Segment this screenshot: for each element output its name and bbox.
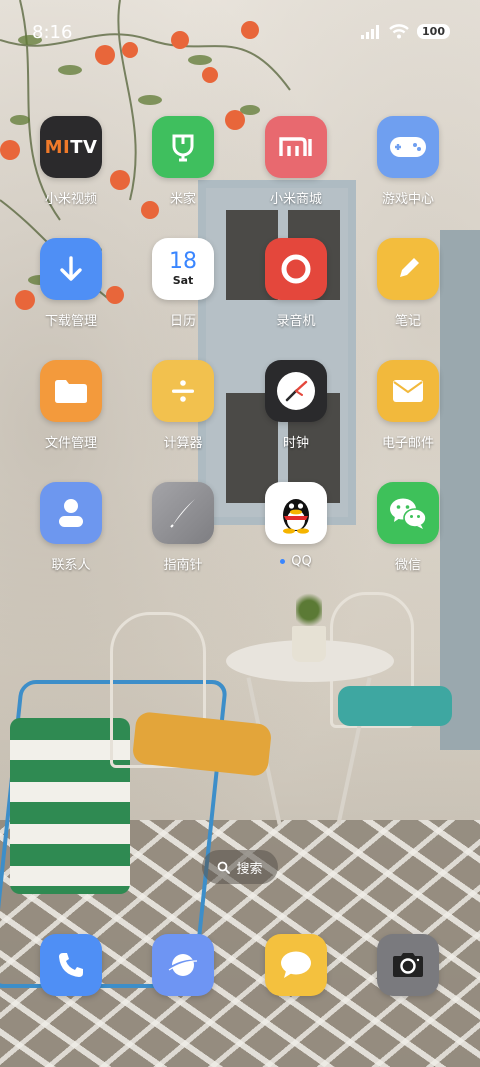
app-label: 小米商城 — [269, 192, 322, 207]
mitv-icon: MITV — [40, 116, 102, 178]
teal-cushion — [338, 686, 452, 726]
mijia-icon — [152, 116, 214, 178]
potted-plant — [296, 590, 322, 630]
app-calendar[interactable]: 18 Sat 日历 — [128, 238, 238, 348]
search-label: 搜索 — [236, 861, 263, 877]
plant-pot — [292, 626, 326, 662]
app-label: 笔记 — [394, 314, 421, 329]
app-label-text: QQ — [291, 554, 312, 569]
mail-icon — [377, 360, 439, 422]
app-contacts[interactable]: 联系人 — [16, 482, 126, 592]
qq-icon — [265, 482, 327, 544]
app-email[interactable]: 电子邮件 — [353, 360, 463, 470]
app-mijia[interactable]: 米家 — [128, 116, 238, 226]
status-bar: 8:16 100 — [0, 0, 480, 70]
calculator-icon — [152, 360, 214, 422]
app-recorder[interactable]: 录音机 — [241, 238, 351, 348]
signal-icon — [361, 24, 380, 39]
dock-camera[interactable] — [353, 934, 463, 1004]
app-clock[interactable]: 时钟 — [241, 360, 351, 470]
app-label: 计算器 — [163, 436, 203, 451]
app-label: 米家 — [169, 192, 196, 207]
app-label: 文件管理 — [44, 436, 97, 451]
compass-icon — [152, 482, 214, 544]
app-label: 时钟 — [282, 436, 309, 451]
new-badge-dot — [280, 559, 286, 564]
wifi-icon — [389, 24, 409, 39]
status-time: 8:16 — [32, 22, 73, 43]
notes-icon — [377, 238, 439, 300]
app-label: 微信 — [394, 558, 421, 573]
download-icon — [40, 238, 102, 300]
app-label: 游戏中心 — [381, 192, 434, 207]
app-wechat[interactable]: 微信 — [353, 482, 463, 592]
app-compass[interactable]: 指南针 — [128, 482, 238, 592]
app-label: 日历 — [169, 314, 196, 329]
app-label: 联系人 — [51, 558, 91, 573]
browser-icon — [152, 934, 214, 996]
clock-icon — [265, 360, 327, 422]
app-calculator[interactable]: 计算器 — [128, 360, 238, 470]
calendar-day: 18 — [169, 249, 197, 274]
status-icons: 100 — [361, 24, 450, 39]
dock-messages[interactable] — [241, 934, 351, 1004]
contacts-icon — [40, 482, 102, 544]
battery-indicator: 100 — [417, 24, 450, 39]
calendar-weekday: Sat — [172, 274, 194, 287]
app-label: 电子邮件 — [381, 436, 434, 451]
search-button[interactable]: 搜索 — [202, 850, 278, 884]
app-label: QQ — [280, 554, 312, 569]
app-notes[interactable]: 笔记 — [353, 238, 463, 348]
app-file-manager[interactable]: 文件管理 — [16, 360, 126, 470]
app-label: 录音机 — [276, 314, 316, 329]
app-qq[interactable]: QQ — [241, 482, 351, 592]
messages-icon — [265, 934, 327, 996]
dock-browser[interactable] — [128, 934, 238, 1004]
camera-icon — [377, 934, 439, 996]
app-downloads[interactable]: 下载管理 — [16, 238, 126, 348]
app-mi-video[interactable]: MITV 小米视频 — [16, 116, 126, 226]
recorder-icon — [265, 238, 327, 300]
app-label: 小米视频 — [44, 192, 97, 207]
app-label: 下载管理 — [44, 314, 97, 329]
folder-icon — [40, 360, 102, 422]
calendar-icon: 18 Sat — [152, 238, 214, 300]
search-icon — [218, 861, 231, 874]
mi-store-icon — [265, 116, 327, 178]
app-mi-store[interactable]: 小米商城 — [241, 116, 351, 226]
app-label: 指南针 — [163, 558, 203, 573]
dock-phone[interactable] — [16, 934, 126, 1004]
phone-icon — [40, 934, 102, 996]
gamepad-icon — [377, 116, 439, 178]
wechat-icon — [377, 482, 439, 544]
app-game-center[interactable]: 游戏中心 — [353, 116, 463, 226]
